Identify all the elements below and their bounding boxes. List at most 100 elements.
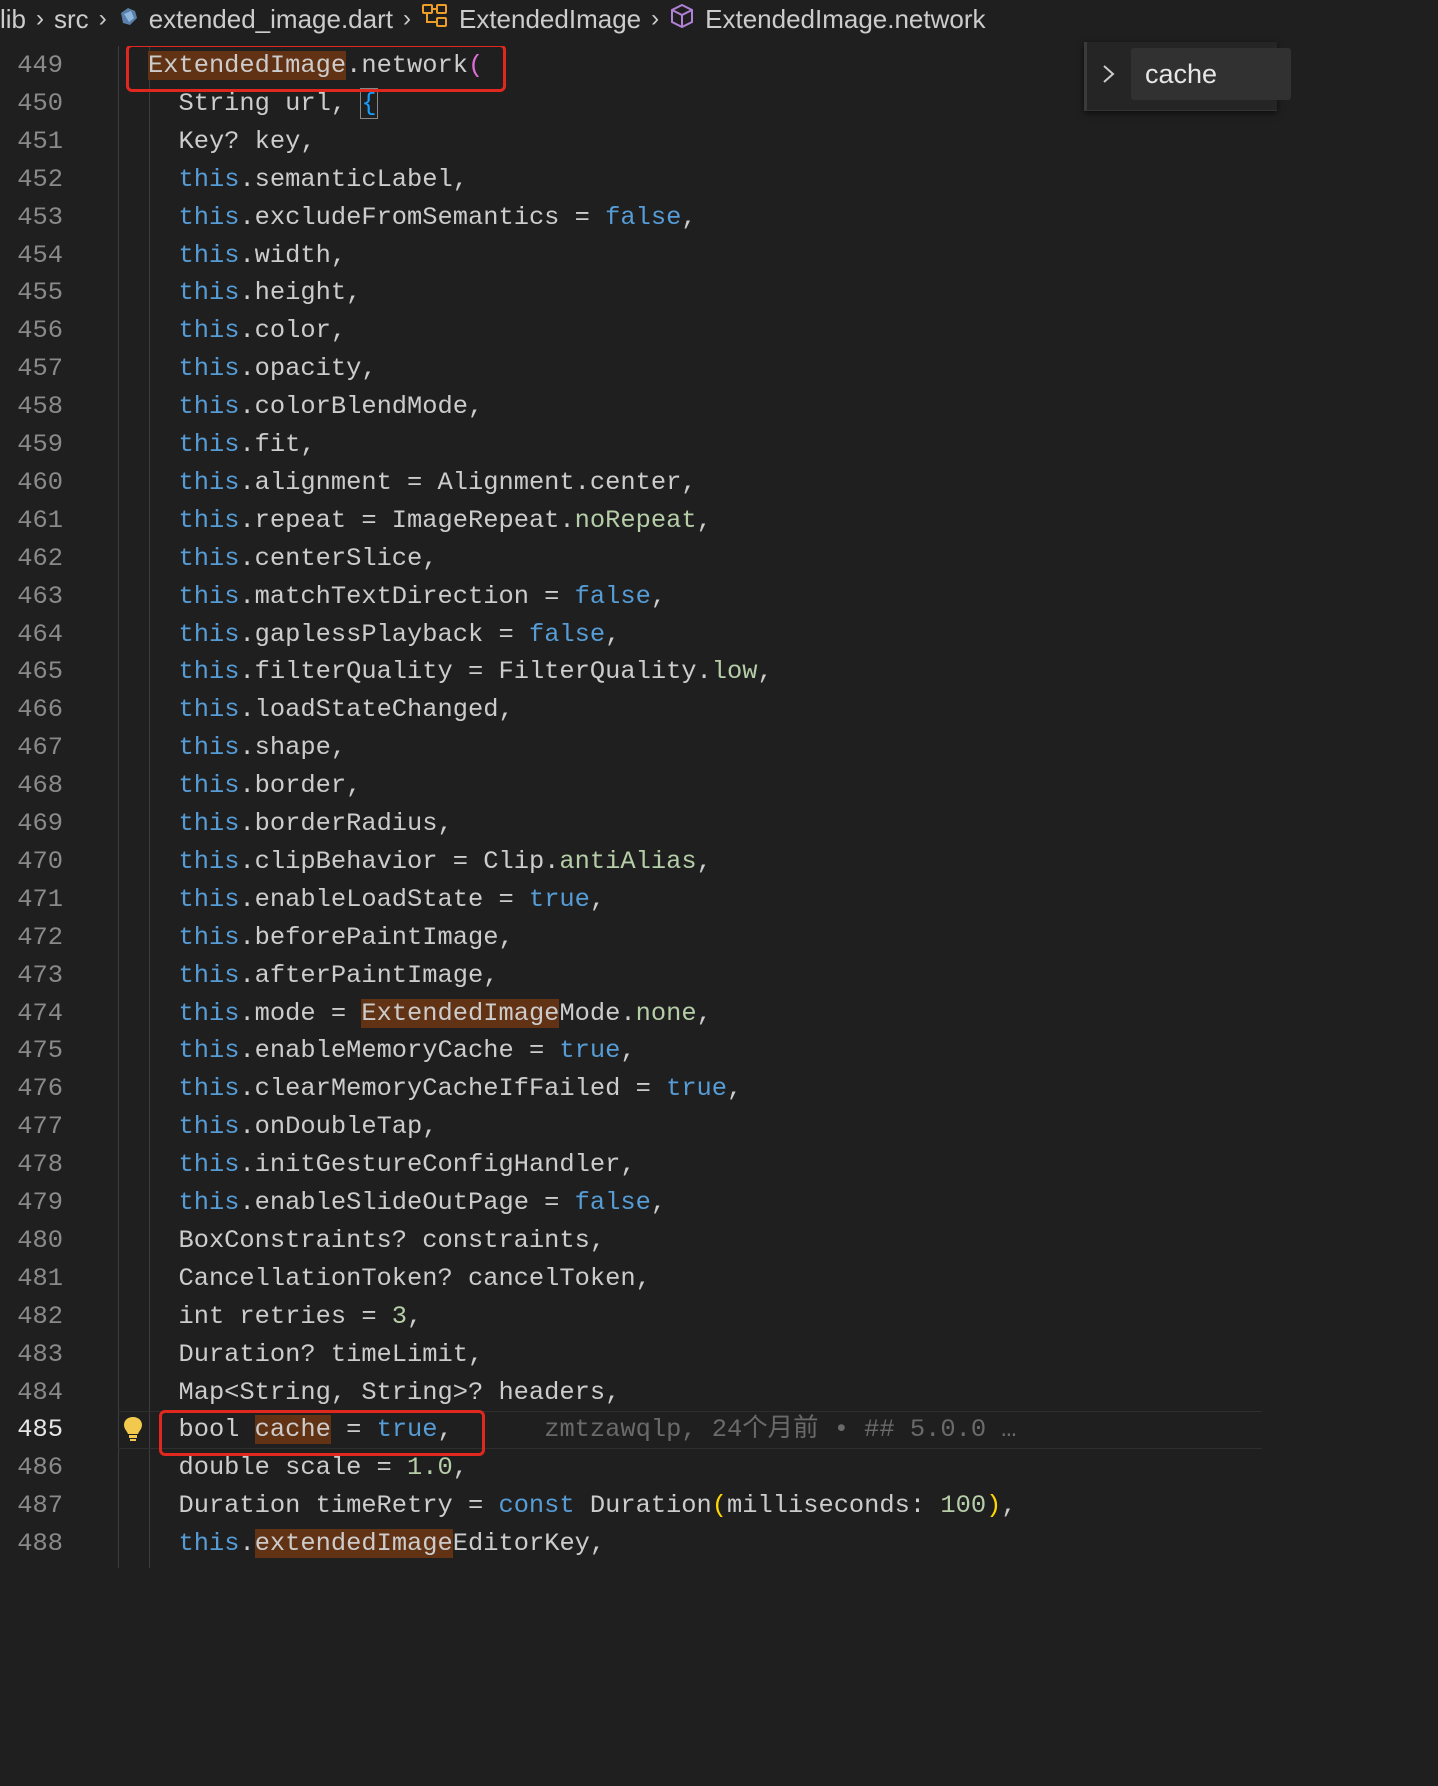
code-text: this.opacity, xyxy=(148,350,376,388)
line-number: 471 xyxy=(17,884,63,914)
breadcrumb-label: extended_image.dart xyxy=(148,3,393,34)
code-token: , xyxy=(650,1188,667,1217)
code-line[interactable]: 454 this.width, xyxy=(0,237,1262,275)
chevron-right-icon[interactable] xyxy=(1099,60,1123,90)
code-token: .loadStateChanged, xyxy=(239,695,514,725)
annotation-box-constructor xyxy=(126,46,506,92)
breadcrumb: lib › src › extended_image.dart › Extend… xyxy=(0,0,1262,38)
code-line[interactable]: 459 this.fit, xyxy=(0,426,1262,464)
code-text: this.enableSlideOutPage = false, xyxy=(148,1184,666,1222)
code-token: false xyxy=(528,619,606,649)
code-text: this.clearMemoryCacheIfFailed = true, xyxy=(148,1070,742,1108)
code-text: this.onDoubleTap, xyxy=(148,1108,437,1146)
code-line[interactable]: 468 this.border, xyxy=(0,767,1262,805)
code-token: Key? key, xyxy=(148,126,316,156)
line-number: 480 xyxy=(17,1225,63,1255)
code-line[interactable]: 478 this.initGestureConfigHandler, xyxy=(0,1146,1262,1184)
code-text: this.beforePaintImage, xyxy=(148,919,513,957)
code-line[interactable]: 473 this.afterPaintImage, xyxy=(0,957,1262,995)
code-line[interactable]: 456 this.color, xyxy=(0,312,1262,350)
code-token: .borderRadius, xyxy=(239,809,453,838)
code-token: , xyxy=(727,1074,743,1104)
code-token: this xyxy=(178,1529,240,1559)
dart-file-icon xyxy=(117,4,139,35)
code-line[interactable]: 484 Map<String, String>? headers, xyxy=(0,1374,1262,1412)
code-line[interactable]: 477 this.onDoubleTap, xyxy=(0,1108,1262,1146)
line-number: 464 xyxy=(17,619,63,649)
line-number: 485 xyxy=(17,1415,63,1445)
breadcrumb-item-src[interactable]: src xyxy=(54,4,89,35)
code-token: .clipBehavior = Clip. xyxy=(239,846,560,876)
code-line[interactable]: 467 this.shape, xyxy=(0,729,1262,767)
code-line[interactable]: 476 this.clearMemoryCacheIfFailed = true… xyxy=(0,1070,1262,1108)
code-text: this.borderRadius, xyxy=(148,805,453,843)
code-line[interactable]: 455 this.height, xyxy=(0,274,1262,312)
code-line[interactable]: 470 this.clipBehavior = Clip.antiAlias, xyxy=(0,843,1262,881)
code-line[interactable]: 488 this.extendedImageEditorKey, xyxy=(0,1525,1262,1563)
code-token: Duration? timeLimit, xyxy=(148,1339,484,1369)
code-line[interactable]: 465 this.filterQuality = FilterQuality.l… xyxy=(0,653,1262,691)
code-line[interactable]: 479 this.enableSlideOutPage = false, xyxy=(0,1184,1262,1222)
breadcrumb-item-constructor[interactable]: ExtendedImage.network xyxy=(669,3,986,36)
code-token: .shape, xyxy=(239,733,347,763)
code-token: .enableLoadState = xyxy=(239,884,529,914)
lightbulb-icon[interactable] xyxy=(122,1415,144,1443)
code-text: this.repeat = ImageRepeat.noRepeat, xyxy=(148,502,711,540)
code-line[interactable]: 458 this.colorBlendMode, xyxy=(0,388,1262,426)
code-text: this.matchTextDirection = false, xyxy=(148,578,666,616)
code-line[interactable]: 482 int retries = 3, xyxy=(0,1298,1262,1336)
code-token: Map<String, String>? headers, xyxy=(148,1377,621,1407)
code-line[interactable]: 481 CancellationToken? cancelToken, xyxy=(0,1260,1262,1298)
code-token: .width, xyxy=(239,240,347,270)
code-token: , xyxy=(605,619,621,649)
code-token: .filterQuality = FilterQuality. xyxy=(239,657,712,687)
code-token: this xyxy=(178,430,240,459)
code-token: low xyxy=(711,657,758,687)
code-line[interactable]: 461 this.repeat = ImageRepeat.noRepeat, xyxy=(0,502,1262,540)
line-number: 477 xyxy=(17,1112,63,1142)
code-token: false xyxy=(605,202,682,232)
find-input[interactable]: cache xyxy=(1131,48,1291,100)
code-line[interactable]: 464 this.gaplessPlayback = false, xyxy=(0,616,1262,654)
code-token: ( xyxy=(711,1491,728,1521)
code-line[interactable]: 475 this.enableMemoryCache = true, xyxy=(0,1032,1262,1070)
breadcrumb-item-class[interactable]: ExtendedImage xyxy=(421,3,641,36)
code-line[interactable]: 463 this.matchTextDirection = false, xyxy=(0,578,1262,616)
code-line[interactable]: 469 this.borderRadius, xyxy=(0,805,1262,843)
code-text: Duration? timeLimit, xyxy=(148,1336,483,1374)
code-line[interactable]: 457 this.opacity, xyxy=(0,350,1262,388)
code-token: .height, xyxy=(239,278,362,308)
code-line[interactable]: 462 this.centerSlice, xyxy=(0,540,1262,578)
find-widget: cache xyxy=(1084,42,1291,111)
code-token: this xyxy=(178,695,240,725)
code-line[interactable]: 451 Key? key, xyxy=(0,123,1262,161)
code-editor[interactable]: 449 ExtendedImage.network(450 String url,… xyxy=(0,46,1262,1568)
line-number: 475 xyxy=(17,1036,63,1066)
code-line[interactable]: 483 Duration? timeLimit, xyxy=(0,1336,1262,1374)
code-line[interactable]: 466 this.loadStateChanged, xyxy=(0,691,1262,729)
breadcrumb-separator-icon: › xyxy=(651,5,660,32)
code-line[interactable]: 471 this.enableLoadState = true, xyxy=(0,881,1262,919)
code-line[interactable]: 460 this.alignment = Alignment.center, xyxy=(0,464,1262,502)
code-line[interactable]: 487 Duration timeRetry = const Duration(… xyxy=(0,1487,1262,1525)
code-token: false xyxy=(574,1188,651,1217)
code-line[interactable]: 453 this.excludeFromSemantics = false, xyxy=(0,199,1262,237)
code-line[interactable]: 480 BoxConstraints? constraints, xyxy=(0,1222,1262,1260)
breadcrumb-item-lib[interactable]: lib xyxy=(0,4,26,35)
code-line[interactable]: 452 this.semanticLabel, xyxy=(0,161,1262,199)
breadcrumb-item-file[interactable]: extended_image.dart xyxy=(117,4,393,35)
line-number: 452 xyxy=(17,164,63,194)
code-line[interactable]: 472 this.beforePaintImage, xyxy=(0,919,1262,957)
line-number: 458 xyxy=(17,392,63,422)
code-text: this.fit, xyxy=(148,426,315,464)
code-line[interactable]: 474 this.mode = ExtendedImageMode.none, xyxy=(0,995,1262,1033)
breadcrumb-label: lib xyxy=(0,3,27,34)
